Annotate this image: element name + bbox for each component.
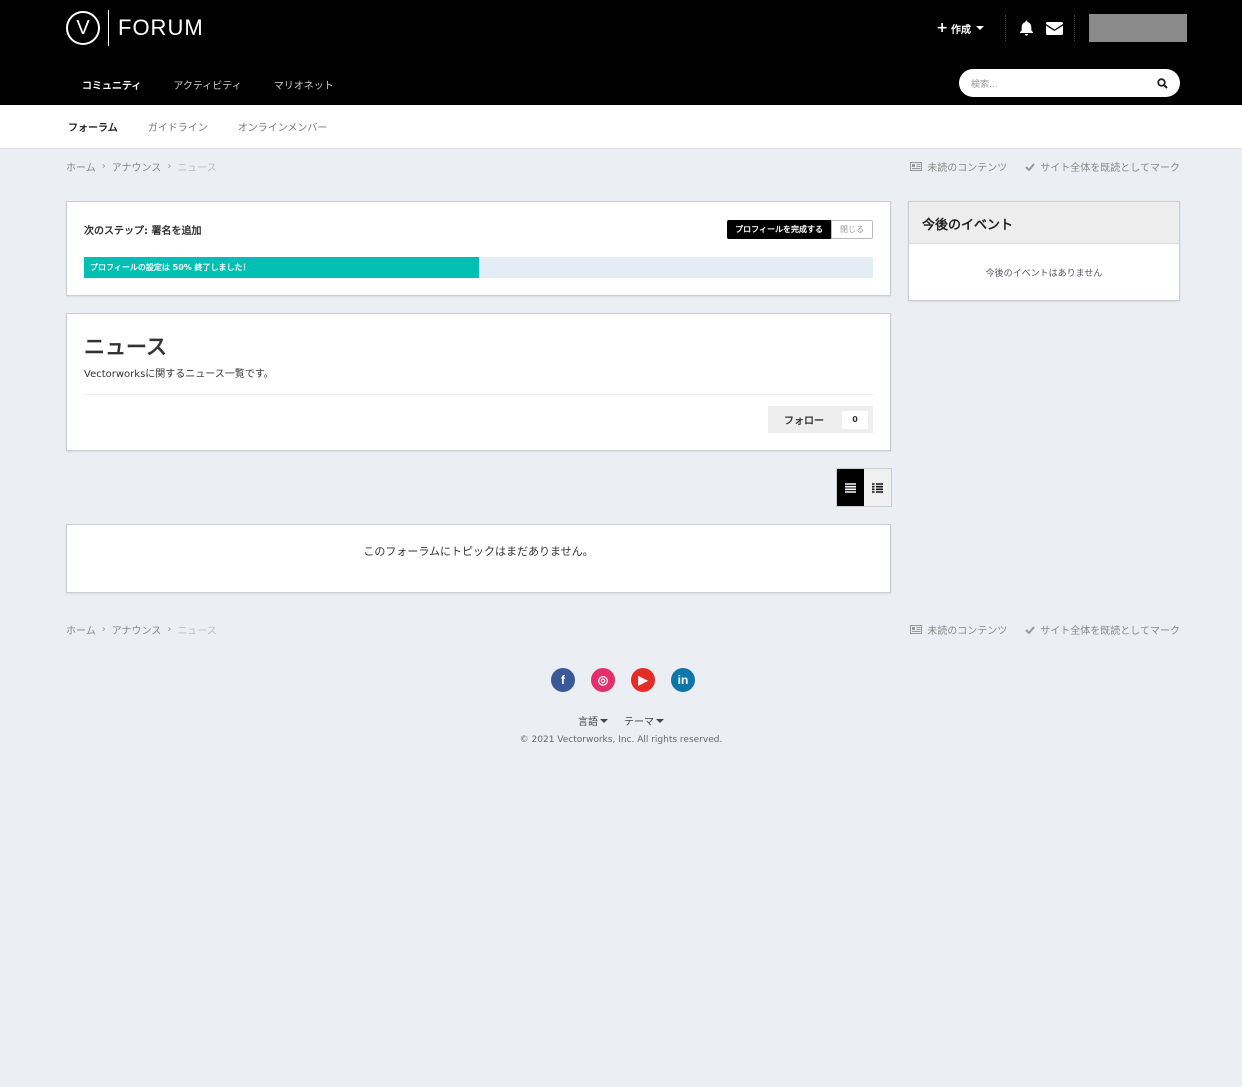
user-menu-button[interactable] — [1089, 14, 1187, 42]
breadcrumb: ホーム › アナウンス › ニュース — [66, 622, 217, 637]
main-nav-marionette[interactable]: マリオネット — [258, 72, 350, 97]
list-icon — [845, 482, 856, 493]
caret-down-icon — [600, 718, 608, 723]
main-nav-activity[interactable]: アクティビティ — [157, 72, 257, 97]
divider — [84, 394, 873, 395]
breadcrumb-bar-bottom: ホーム › アナウンス › ニュース 未読のコンテンツ サイト全体を既読としてマ… — [66, 622, 1180, 637]
breadcrumb-announce[interactable]: アナウンス — [112, 622, 162, 637]
mark-site-read-label: サイト全体を既読としてマーク — [1040, 163, 1180, 174]
sub-nav: フォーラム ガイドライン オンラインメンバー — [0, 105, 1242, 149]
events-empty-message: 今後のイベントはありません — [985, 269, 1103, 279]
mark-site-read-label: サイト全体を既読としてマーク — [1040, 626, 1180, 637]
breadcrumb-current: ニュース — [177, 163, 217, 174]
forum-description: Vectorworksに関するニュース一覧です。 — [84, 369, 274, 380]
chevron-right-icon: › — [167, 161, 172, 172]
site-header: V FORUM + 作成 コミュニティ アクティビティ マリオネット 検索... — [0, 0, 1242, 113]
breadcrumb-home[interactable]: ホーム — [66, 159, 96, 174]
mark-site-read-link[interactable]: サイト全体を既読としてマーク — [1025, 622, 1180, 637]
vectorworks-logo-icon: V — [66, 11, 100, 45]
main-nav: コミュニティ アクティビティ マリオネット — [66, 72, 350, 113]
follow-label: フォロー — [784, 416, 824, 427]
follow-button[interactable]: フォロー 0 — [768, 406, 873, 433]
view-toggle — [836, 468, 892, 507]
mark-site-read-link[interactable]: サイト全体を既読としてマーク — [1025, 159, 1180, 174]
breadcrumb-actions: 未読のコンテンツ サイト全体を既読としてマーク — [910, 622, 1180, 637]
check-icon — [1025, 162, 1036, 171]
youtube-icon[interactable]: ▶ — [631, 668, 655, 692]
events-title: 今後のイベント — [909, 202, 1179, 244]
create-button[interactable]: + 作成 — [936, 20, 984, 36]
complete-profile-button[interactable]: プロフィールを完成する — [727, 220, 831, 239]
main-nav-community[interactable]: コミュニティ — [66, 72, 157, 113]
footer-links: 言語 テーマ — [0, 713, 1242, 728]
subnav-guidelines[interactable]: ガイドライン — [148, 119, 208, 134]
logo-divider — [108, 10, 109, 46]
profile-progress-fill: プロフィールの設定は 50% 終了しました！ — [84, 257, 479, 278]
close-button[interactable]: 閉じる — [831, 220, 873, 239]
create-label: 作成 — [951, 24, 971, 36]
next-step-title: 次のステップ: 署名を追加 — [84, 226, 202, 237]
breadcrumb: ホーム › アナウンス › ニュース — [66, 159, 217, 174]
next-step-buttons: プロフィールを完成する 閉じる — [727, 220, 873, 239]
unread-content-label: 未読のコンテンツ — [927, 626, 1008, 637]
subnav-forums[interactable]: フォーラム — [68, 119, 118, 134]
grid-view-button[interactable] — [864, 469, 891, 506]
subnav-online-members[interactable]: オンラインメンバー — [238, 119, 328, 134]
theme-menu[interactable]: テーマ — [624, 713, 664, 728]
page-title: ニュース — [84, 335, 167, 359]
topic-list-empty: このフォーラムにトピックはまだありません。 — [66, 524, 891, 593]
unread-content-label: 未読のコンテンツ — [927, 163, 1008, 174]
newspaper-icon — [910, 625, 923, 634]
search-icon[interactable] — [1157, 77, 1168, 89]
breadcrumb-announce[interactable]: アナウンス — [112, 159, 162, 174]
messages-button[interactable] — [1040, 15, 1068, 41]
newspaper-icon — [910, 162, 923, 171]
plus-icon: + — [936, 20, 948, 36]
chevron-right-icon: › — [167, 624, 172, 635]
forum-header-card: ニュース Vectorworksに関するニュース一覧です。 フォロー 0 — [66, 313, 891, 451]
breadcrumb-actions: 未読のコンテンツ サイト全体を既読としてマーク — [910, 159, 1180, 174]
follow-count: 0 — [842, 410, 868, 429]
language-menu[interactable]: 言語 — [578, 713, 608, 728]
caret-down-icon — [976, 26, 984, 30]
chevron-right-icon: › — [101, 624, 106, 635]
site-logo[interactable]: V FORUM — [66, 10, 204, 46]
bell-icon — [1019, 20, 1033, 36]
breadcrumb-home[interactable]: ホーム — [66, 622, 96, 637]
upcoming-events-widget: 今後のイベント 今後のイベントはありません — [908, 201, 1180, 301]
next-step-panel: 次のステップ: 署名を追加 プロフィールを完成する 閉じる プロフィールの設定は… — [66, 201, 891, 296]
social-links: f ◎ ▶ in — [551, 668, 695, 692]
breadcrumb-bar: ホーム › アナウンス › ニュース 未読のコンテンツ サイト全体を既読としてマ… — [66, 159, 1180, 174]
envelope-icon — [1045, 21, 1063, 35]
progress-label: プロフィールの設定は 50% 終了しました！ — [90, 263, 251, 272]
unread-content-link[interactable]: 未読のコンテンツ — [910, 622, 1007, 637]
chevron-right-icon: › — [101, 161, 106, 172]
search-placeholder: 検索... — [971, 79, 998, 90]
copyright: © 2021 Vectorworks, Inc. All rights rese… — [519, 735, 723, 745]
facebook-icon[interactable]: f — [551, 668, 575, 692]
search-input[interactable]: 検索... — [959, 69, 1180, 97]
breadcrumb-current: ニュース — [177, 626, 217, 637]
table-view-button[interactable] — [837, 469, 864, 506]
profile-progress-bar: プロフィールの設定は 50% 終了しました！ — [84, 257, 873, 278]
nav-divider — [1074, 15, 1075, 41]
language-label: 言語 — [578, 717, 598, 728]
caret-down-icon — [656, 718, 664, 723]
instagram-icon[interactable]: ◎ — [591, 668, 615, 692]
nav-divider — [1005, 15, 1006, 41]
unread-content-link[interactable]: 未読のコンテンツ — [910, 159, 1007, 174]
check-icon — [1025, 625, 1036, 634]
notifications-button[interactable] — [1012, 15, 1040, 41]
user-nav: + 作成 — [936, 14, 1187, 42]
detailed-list-icon — [872, 482, 883, 493]
linkedin-icon[interactable]: in — [671, 668, 695, 692]
empty-message: このフォーラムにトピックはまだありません。 — [363, 545, 594, 558]
logo-text: FORUM — [118, 15, 204, 40]
theme-label: テーマ — [624, 717, 654, 728]
